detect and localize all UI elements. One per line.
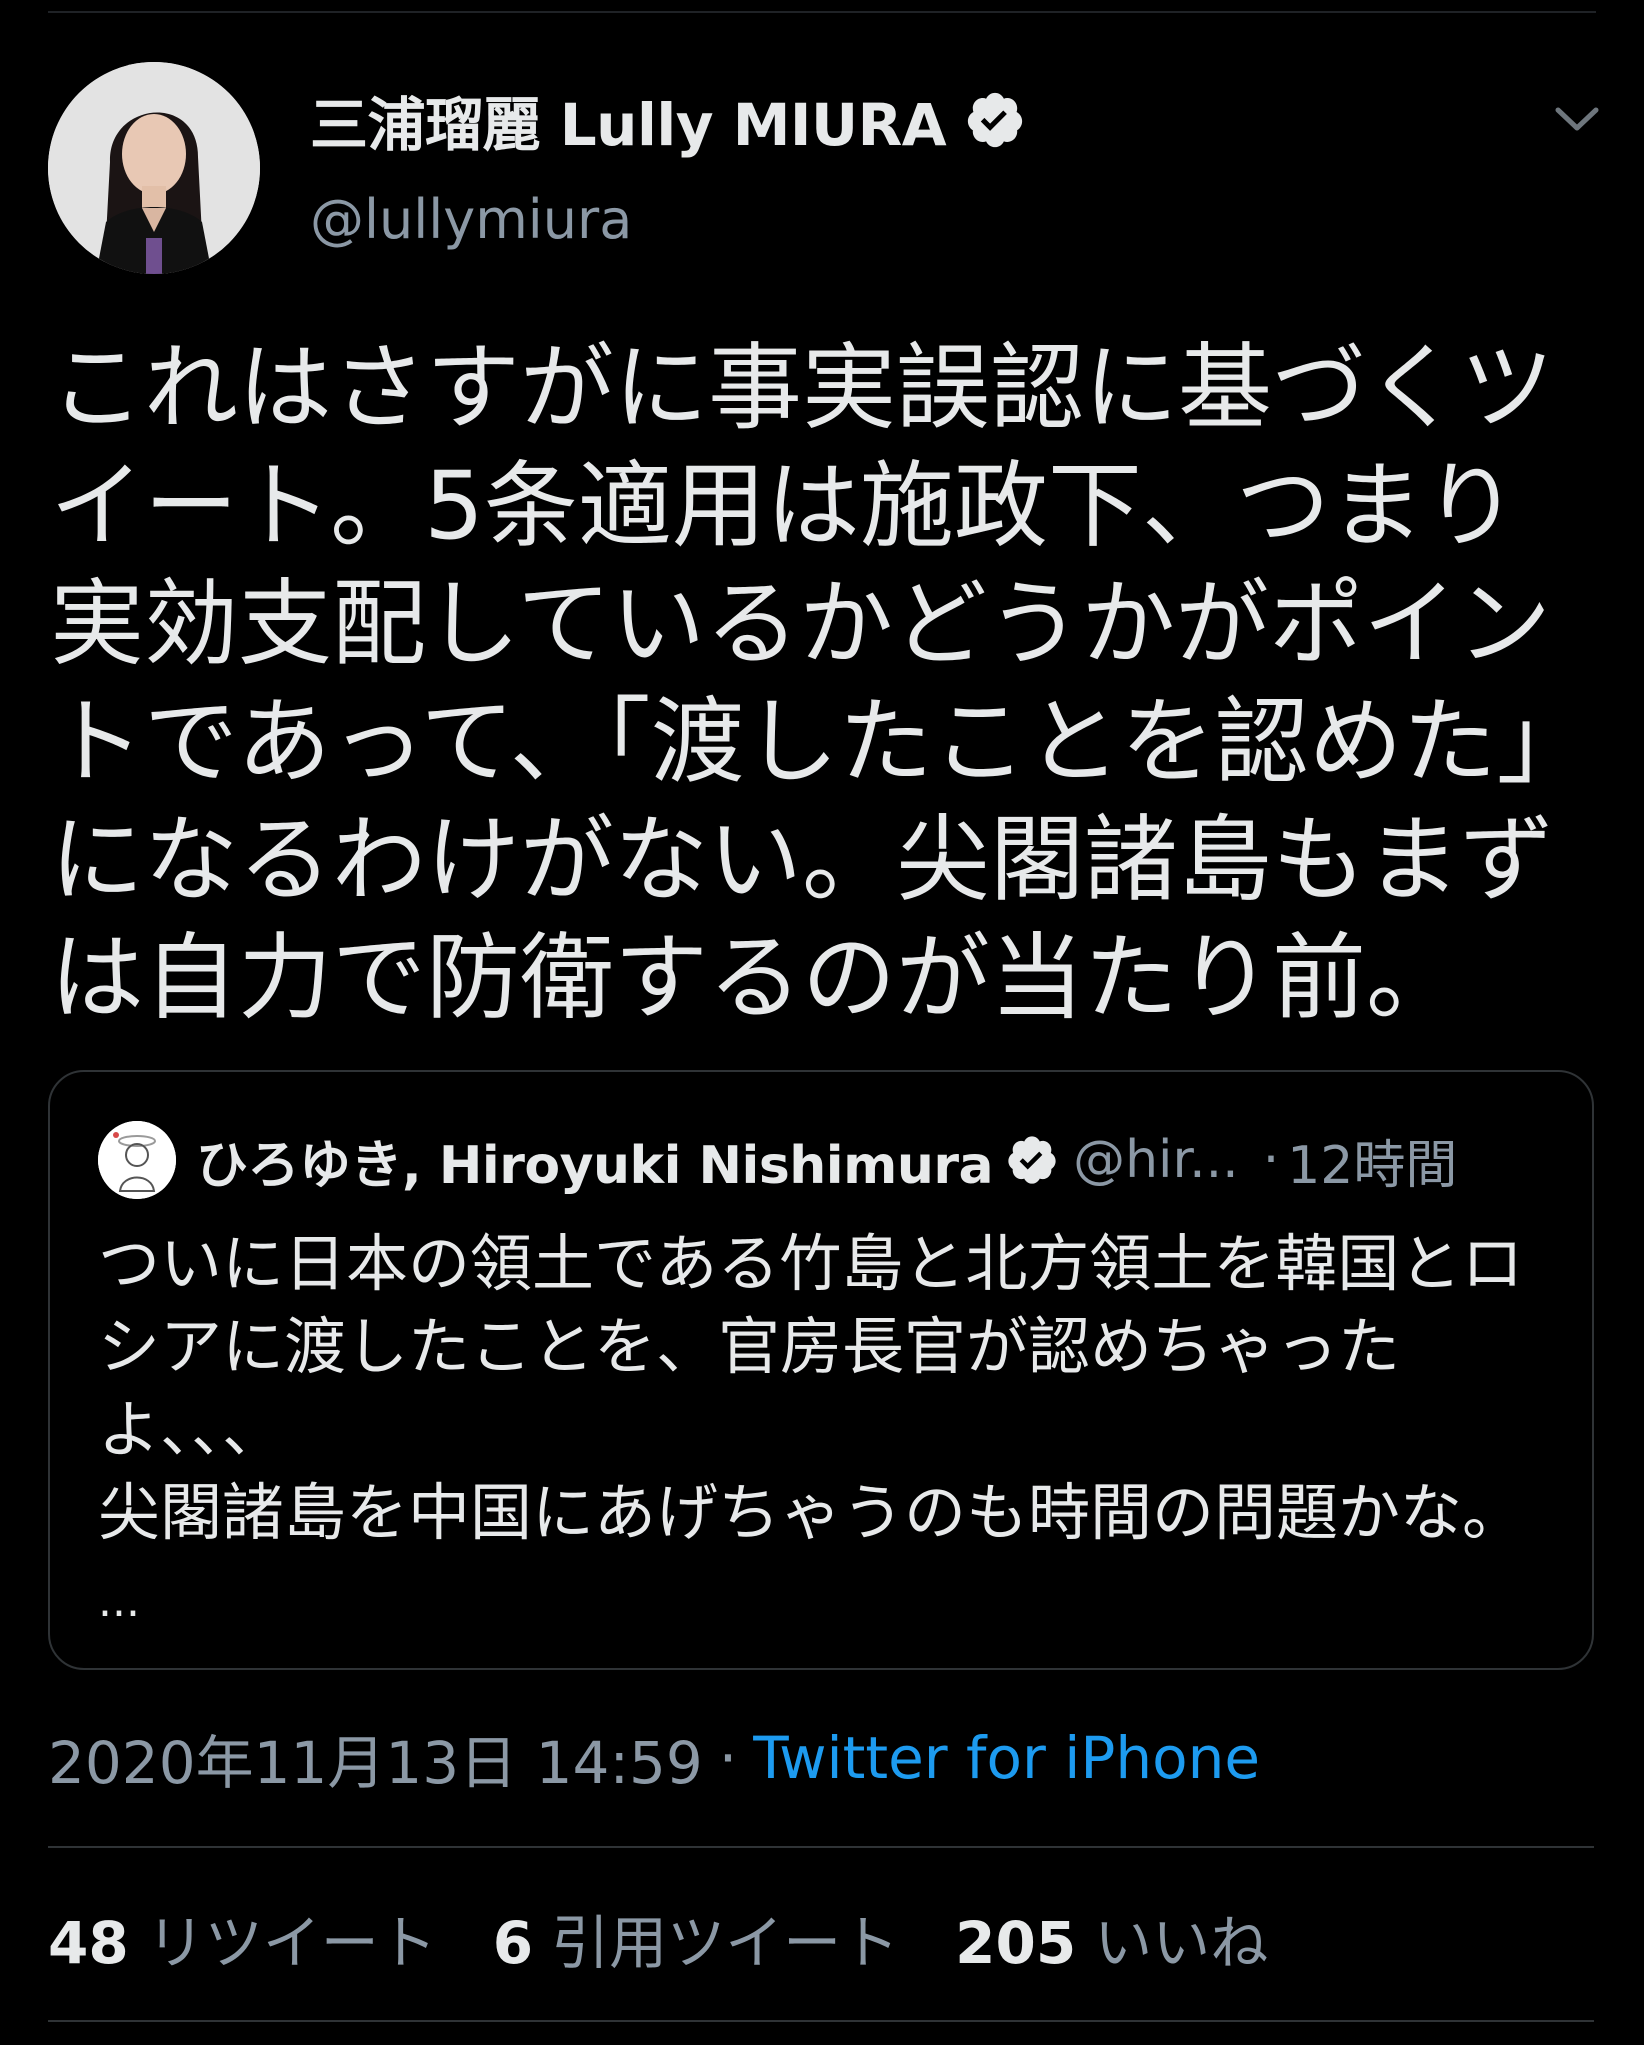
engagement-stats: 48 リツイート 6 引用ツイート 205 いいね	[48, 1894, 1324, 1982]
author-avatar[interactable]	[48, 62, 260, 274]
tweet-timestamp[interactable]: 2020年11月13日 14:59	[48, 1716, 703, 1800]
quoted-separator: ·	[1262, 1130, 1280, 1190]
likes-stat[interactable]: 205 いいね	[955, 1896, 1268, 1980]
quoted-timestamp: 12時間	[1287, 1135, 1458, 1196]
author-avatar-image	[48, 62, 260, 274]
chevron-down-icon[interactable]	[1552, 100, 1602, 140]
quoted-verified-badge-icon	[1005, 1133, 1059, 1187]
author-name-row: 三浦瑠麗 Lully MIURA	[310, 80, 1026, 160]
stats-bottom-divider	[48, 2020, 1594, 2022]
quote-tweets-label: 引用ツイート	[551, 1909, 900, 1977]
author-handle[interactable]: @lullymiura	[310, 188, 632, 251]
likes-count: 205	[955, 1909, 1077, 1977]
retweets-label: リツイート	[146, 1909, 437, 1977]
quoted-tweet-card[interactable]: ひろゆき, Hiroyuki Nishimura @hir... · 12時間 …	[48, 1070, 1594, 1670]
quoted-author-name: ひろゆき, Hiroyuki Nishimura	[196, 1135, 994, 1196]
author-display-name[interactable]: 三浦瑠麗 Lully MIURA	[310, 78, 947, 162]
quoted-tweet-header: ひろゆき, Hiroyuki Nishimura @hir... · 12時間	[98, 1116, 1558, 1204]
top-divider	[48, 11, 1596, 13]
quoted-tweet-text: ついに日本の領土である竹島と北方領土を韓国とロシアに渡したことを、官房長官が認め…	[98, 1227, 1525, 1549]
retweets-stat[interactable]: 48 リツイート	[48, 1896, 437, 1980]
quote-tweets-stat[interactable]: 6 引用ツイート	[493, 1896, 899, 1980]
quoted-author-handle: @hir...	[1073, 1130, 1239, 1190]
verified-badge-icon	[964, 89, 1026, 151]
quote-tweets-count: 6	[492, 1909, 534, 1977]
quoted-more-ellipsis: ...	[98, 1576, 140, 1627]
meta-separator: ·	[718, 1724, 738, 1792]
tweet-text: これはさすがに事実誤認に基づくツイート。5条適用は施政下、つまり実効支配している…	[50, 334, 1591, 1033]
likes-label: いいね	[1094, 1909, 1269, 1977]
stats-top-divider	[48, 1846, 1594, 1848]
tweet-meta-row: 2020年11月13日 14:59 · Twitter for iPhone	[48, 1718, 1260, 1798]
retweets-count: 48	[48, 1909, 129, 1977]
quoted-author-avatar	[98, 1121, 176, 1199]
tweet-source-link[interactable]: Twitter for iPhone	[753, 1724, 1260, 1792]
